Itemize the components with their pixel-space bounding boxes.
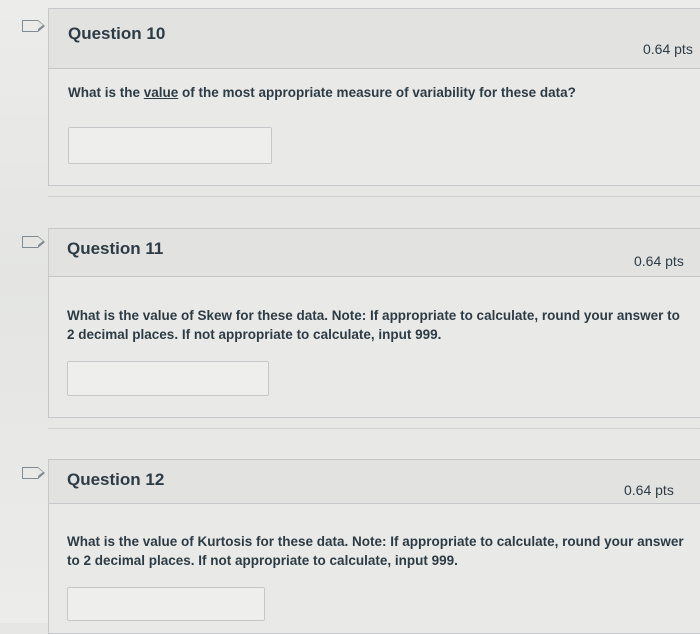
question-11-title: Question 11 [67,239,164,258]
question-12-points: 0.64 pts [624,482,674,498]
question-12-title: Question 12 [67,470,165,489]
question-11-header: Question 11 0.64 pts [49,229,700,277]
question-11: Question 11 0.64 pts What is the value o… [48,228,700,418]
flag-question-11-icon[interactable] [22,235,45,248]
quiz-page: Question 10 0.64 pts What is the value o… [0,0,700,634]
flag-question-12-icon[interactable] [22,466,45,479]
divider [48,428,700,429]
question-10-points: 0.64 pts [643,41,693,57]
question-10-header: Question 10 0.64 pts [49,9,700,69]
question-12-text: What is the value of Kurtosis for these … [67,534,684,568]
question-10: Question 10 0.64 pts What is the value o… [48,8,700,186]
flag-question-10-icon[interactable] [22,19,45,32]
divider [48,196,700,197]
question-11-answer-input[interactable] [67,361,269,396]
question-10-answer-input[interactable] [68,127,272,164]
question-11-text: What is the value of Skew for these data… [67,308,680,342]
question-11-points: 0.64 pts [634,253,684,269]
question-12-answer-input[interactable] [67,587,265,621]
question-12-header: Question 12 0.64 pts [49,460,700,504]
question-12: Question 12 0.64 pts What is the value o… [48,459,700,634]
question-10-text: What is the value of the most appropriat… [68,85,576,100]
question-10-title: Question 10 [68,24,166,43]
